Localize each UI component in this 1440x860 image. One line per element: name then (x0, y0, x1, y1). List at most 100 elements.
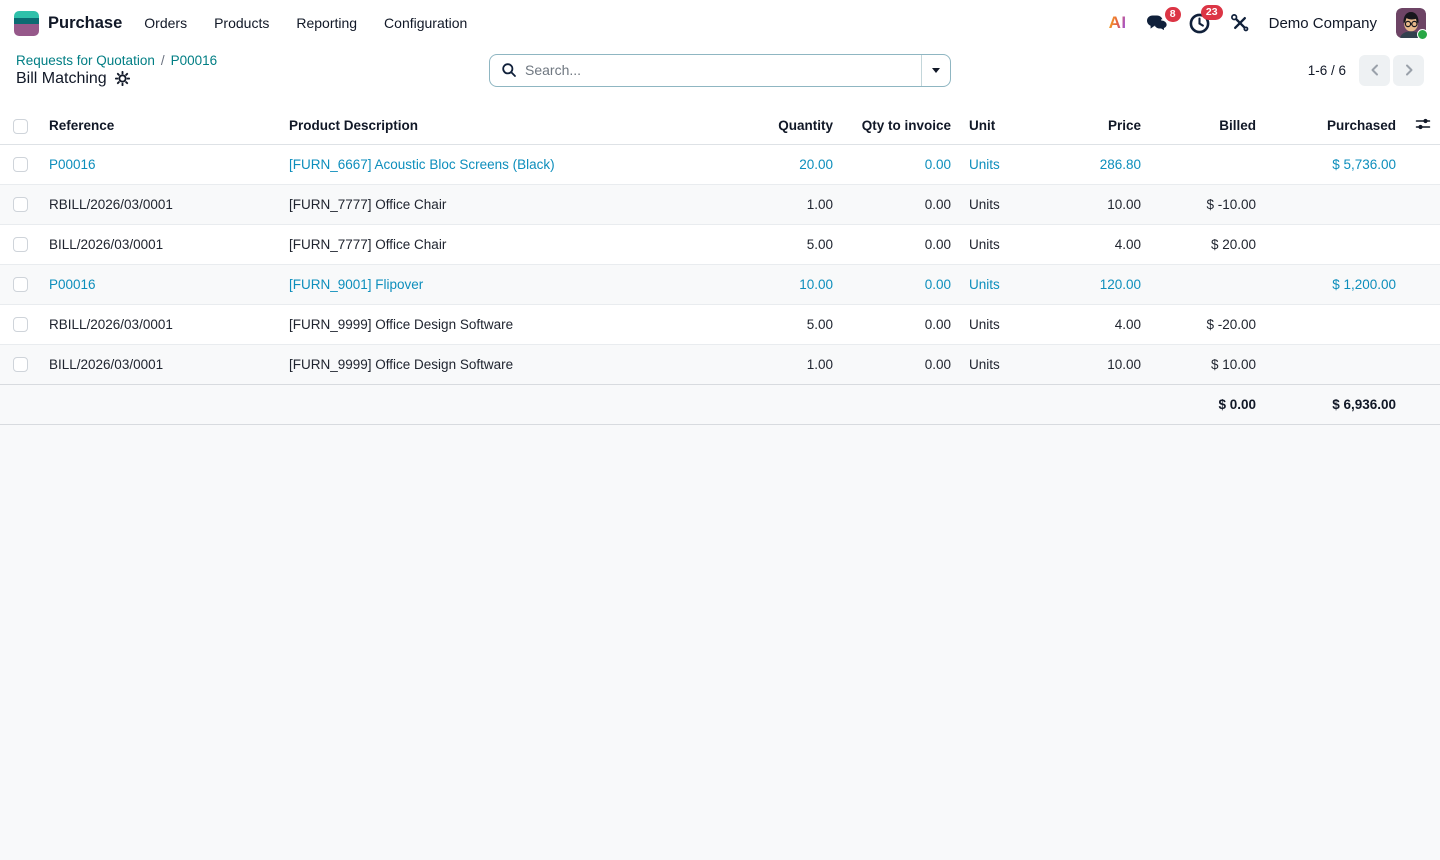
cell-billed[interactable]: $ -10.00 (1150, 184, 1265, 224)
cell-qty-to-invoice[interactable]: 0.00 (842, 264, 960, 304)
cell-qty-to-invoice[interactable]: 0.00 (842, 144, 960, 184)
select-all-checkbox[interactable] (13, 119, 28, 134)
activities-button[interactable]: 23 (1188, 12, 1211, 35)
cell-price[interactable]: 10.00 (1050, 184, 1150, 224)
breadcrumb-parent-link[interactable]: Requests for Quotation (16, 53, 155, 68)
cell-product-description[interactable]: [FURN_9001] Flipover (280, 264, 652, 304)
online-status-dot (1417, 29, 1428, 40)
company-switcher[interactable]: Demo Company (1269, 15, 1377, 32)
search-icon (501, 62, 517, 78)
cell-unit[interactable]: Units (960, 264, 1050, 304)
pager-next-button[interactable] (1393, 55, 1424, 86)
cell-product-description[interactable]: [FURN_9999] Office Design Software (280, 304, 652, 344)
ai-assistant-icon[interactable]: AI (1109, 13, 1127, 33)
action-menu-gear-icon[interactable] (115, 71, 130, 86)
row-checkbox[interactable] (13, 237, 28, 252)
cell-price[interactable]: 4.00 (1050, 304, 1150, 344)
cell-billed[interactable] (1150, 264, 1265, 304)
cell-product-description[interactable]: [FURN_9999] Office Design Software (280, 344, 652, 384)
chevron-left-icon (1369, 64, 1381, 76)
cell-unit[interactable]: Units (960, 304, 1050, 344)
cell-reference[interactable]: RBILL/2026/03/0001 (40, 184, 280, 224)
caret-down-icon (932, 68, 940, 73)
cell-reference[interactable]: P00016 (40, 144, 280, 184)
cell-purchased[interactable] (1265, 224, 1405, 264)
row-checkbox[interactable] (13, 157, 28, 172)
row-checkbox[interactable] (13, 317, 28, 332)
col-reference[interactable]: Reference (40, 108, 280, 144)
row-checkbox[interactable] (13, 197, 28, 212)
cell-qty-to-invoice[interactable]: 0.00 (842, 344, 960, 384)
top-navbar: Purchase Orders Products Reporting Confi… (0, 0, 1440, 46)
col-qty-to-invoice[interactable]: Qty to invoice (842, 108, 960, 144)
nav-right: AI 8 23 (1109, 8, 1426, 38)
search-input[interactable] (525, 62, 921, 78)
pager-range: 1-6 / 6 (1308, 63, 1346, 78)
pager-previous-button[interactable] (1359, 55, 1390, 86)
cell-billed[interactable] (1150, 144, 1265, 184)
col-quantity[interactable]: Quantity (652, 108, 842, 144)
table-row[interactable]: P00016 [FURN_6667] Acoustic Bloc Screens… (0, 144, 1440, 184)
cell-qty-to-invoice[interactable]: 0.00 (842, 304, 960, 344)
cell-quantity[interactable]: 1.00 (652, 344, 842, 384)
cell-price[interactable]: 4.00 (1050, 224, 1150, 264)
table-row[interactable]: RBILL/2026/03/0001 [FURN_7777] Office Ch… (0, 184, 1440, 224)
col-price[interactable]: Price (1050, 108, 1150, 144)
menu-products[interactable]: Products (214, 11, 269, 35)
cell-qty-to-invoice[interactable]: 0.00 (842, 224, 960, 264)
row-checkbox[interactable] (13, 357, 28, 372)
cell-unit[interactable]: Units (960, 144, 1050, 184)
cell-unit[interactable]: Units (960, 224, 1050, 264)
cell-purchased[interactable] (1265, 344, 1405, 384)
col-product-description[interactable]: Product Description (280, 108, 652, 144)
list-footer-area: $ 0.00 $ 6,936.00 (0, 385, 1440, 860)
optional-columns-icon[interactable] (1415, 117, 1431, 131)
cell-purchased[interactable]: $ 5,736.00 (1265, 144, 1405, 184)
cell-quantity[interactable]: 5.00 (652, 224, 842, 264)
cell-purchased[interactable] (1265, 304, 1405, 344)
cell-billed[interactable]: $ 10.00 (1150, 344, 1265, 384)
menu-configuration[interactable]: Configuration (384, 11, 467, 35)
cell-billed[interactable]: $ 20.00 (1150, 224, 1265, 264)
cell-quantity[interactable]: 20.00 (652, 144, 842, 184)
debug-tools-button[interactable] (1230, 13, 1250, 33)
cell-purchased[interactable] (1265, 184, 1405, 224)
app-menu-button[interactable]: Purchase (14, 11, 122, 36)
cell-quantity[interactable]: 10.00 (652, 264, 842, 304)
table-row[interactable]: BILL/2026/03/0001 [FURN_9999] Office Des… (0, 344, 1440, 384)
cell-quantity[interactable]: 5.00 (652, 304, 842, 344)
messages-badge: 8 (1165, 7, 1181, 23)
cell-product-description[interactable]: [FURN_7777] Office Chair (280, 184, 652, 224)
user-avatar[interactable] (1396, 8, 1426, 38)
app-name[interactable]: Purchase (48, 14, 122, 33)
cell-qty-to-invoice[interactable]: 0.00 (842, 184, 960, 224)
col-purchased[interactable]: Purchased (1265, 108, 1405, 144)
row-checkbox[interactable] (13, 277, 28, 292)
messages-button[interactable]: 8 (1146, 14, 1169, 33)
menu-reporting[interactable]: Reporting (296, 11, 357, 35)
cell-product-description[interactable]: [FURN_7777] Office Chair (280, 224, 652, 264)
cell-reference[interactable]: P00016 (40, 264, 280, 304)
cell-price[interactable]: 120.00 (1050, 264, 1150, 304)
search-dropdown-toggle[interactable] (921, 55, 950, 86)
table-row[interactable]: RBILL/2026/03/0001 [FURN_9999] Office De… (0, 304, 1440, 344)
cell-unit[interactable]: Units (960, 344, 1050, 384)
table-row[interactable]: BILL/2026/03/0001 [FURN_7777] Office Cha… (0, 224, 1440, 264)
search-bar (489, 54, 951, 87)
table-row[interactable]: P00016 [FURN_9001] Flipover 10.00 0.00 U… (0, 264, 1440, 304)
cell-reference[interactable]: BILL/2026/03/0001 (40, 344, 280, 384)
cell-reference[interactable]: RBILL/2026/03/0001 (40, 304, 280, 344)
col-unit[interactable]: Unit (960, 108, 1050, 144)
menu-orders[interactable]: Orders (144, 11, 187, 35)
cell-reference[interactable]: BILL/2026/03/0001 (40, 224, 280, 264)
table-header-row: Reference Product Description Quantity Q… (0, 108, 1440, 144)
cell-purchased[interactable]: $ 1,200.00 (1265, 264, 1405, 304)
breadcrumb-doc-link[interactable]: P00016 (171, 53, 218, 68)
cell-billed[interactable]: $ -20.00 (1150, 304, 1265, 344)
cell-product-description[interactable]: [FURN_6667] Acoustic Bloc Screens (Black… (280, 144, 652, 184)
cell-unit[interactable]: Units (960, 184, 1050, 224)
cell-price[interactable]: 286.80 (1050, 144, 1150, 184)
cell-price[interactable]: 10.00 (1050, 344, 1150, 384)
cell-quantity[interactable]: 1.00 (652, 184, 842, 224)
col-billed[interactable]: Billed (1150, 108, 1265, 144)
